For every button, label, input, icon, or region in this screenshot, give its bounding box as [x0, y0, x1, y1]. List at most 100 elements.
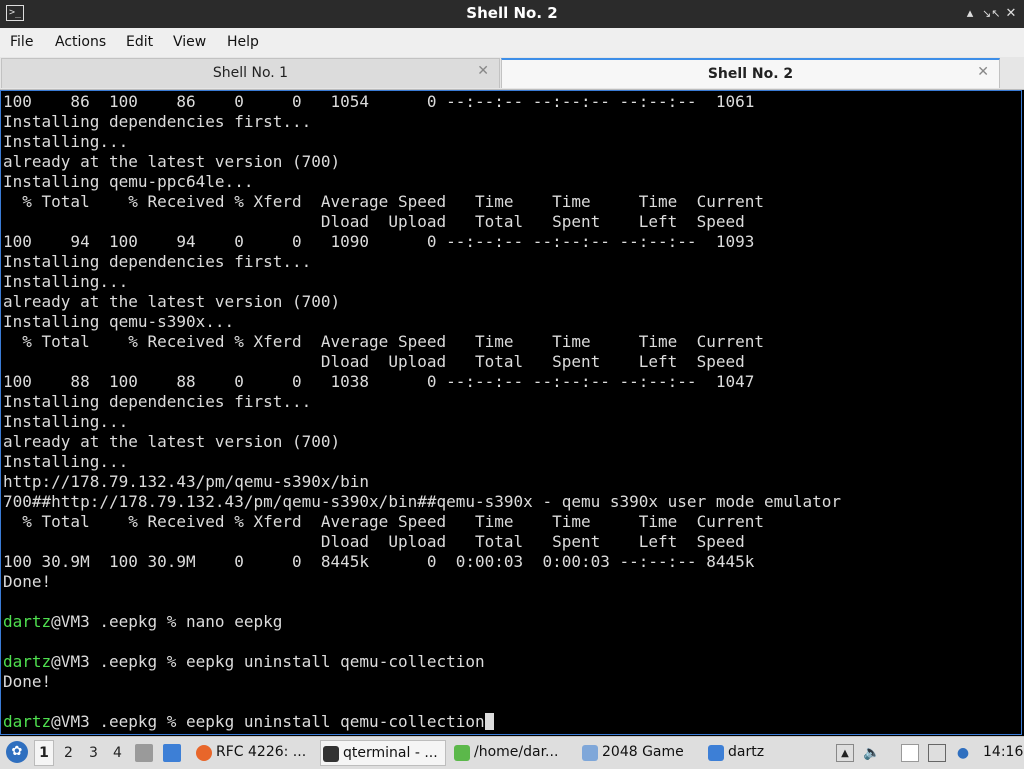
- menu-help[interactable]: Help: [227, 34, 259, 50]
- terminal-line: Installing qemu-ppc64le...: [3, 172, 841, 192]
- task-qterminal[interactable]: qterminal - ...: [320, 740, 446, 766]
- terminal-line: 100 88 100 88 0 0 1038 0 --:--:-- --:--:…: [3, 372, 841, 392]
- terminal-line-text: @VM3 .eepkg % nano eepkg: [51, 612, 283, 631]
- tab-bar: Shell No. 1 ✕ Shell No. 2 ✕: [0, 57, 1024, 90]
- close-tab-icon[interactable]: ✕: [977, 64, 989, 80]
- update-notifier-icon[interactable]: ●: [954, 744, 972, 762]
- prompt-username: dartz: [3, 652, 52, 671]
- terminal-line-text: already at the latest version (700): [3, 152, 341, 171]
- terminal-line: Installing...: [3, 412, 841, 432]
- terminal-line: Dload Upload Total Spent Left Speed: [3, 352, 841, 372]
- terminal-line-text: Done!: [3, 672, 52, 691]
- terminal-line-text: @VM3 .eepkg % eepkg uninstall qemu-colle…: [51, 712, 485, 731]
- terminal-line: Dload Upload Total Spent Left Speed: [3, 532, 841, 552]
- terminal-line: already at the latest version (700): [3, 432, 841, 452]
- network-icon[interactable]: [928, 744, 946, 762]
- terminal-line: Installing qemu-s390x...: [3, 312, 841, 332]
- volume-icon[interactable]: 🔈: [863, 744, 881, 762]
- terminal-line-text: 700##http://178.79.132.43/pm/qemu-s390x/…: [3, 492, 842, 511]
- window-title: Shell No. 2: [466, 4, 558, 22]
- window-icon: [582, 745, 598, 761]
- close-tab-icon[interactable]: ✕: [477, 63, 489, 79]
- maximize-icon[interactable]: ↘↖: [982, 5, 1000, 23]
- terminal-line: Installing...: [3, 272, 841, 292]
- tab-shell-1[interactable]: Shell No. 1 ✕: [1, 58, 500, 88]
- task-firefox[interactable]: RFC 4226: ...: [194, 740, 312, 766]
- tab-shell-2[interactable]: Shell No. 2 ✕: [501, 58, 1000, 88]
- text-cursor: [484, 713, 494, 730]
- start-menu-icon[interactable]: ✿: [6, 741, 28, 763]
- terminal-line: 700##http://178.79.132.43/pm/qemu-s390x/…: [3, 492, 841, 512]
- terminal-line-text: Installing dependencies first...: [3, 392, 312, 411]
- terminal-line-text: 100 86 100 86 0 0 1054 0 --:--:-- --:--:…: [3, 92, 755, 111]
- terminal-line: Done!: [3, 572, 841, 592]
- terminal-line: dartz@VM3 .eepkg % nano eepkg: [3, 612, 841, 632]
- file-manager-launcher-icon[interactable]: [135, 744, 153, 762]
- workspace-1[interactable]: 1: [34, 740, 54, 766]
- show-desktop-icon[interactable]: [163, 744, 181, 762]
- terminal-line-text: already at the latest version (700): [3, 432, 341, 451]
- terminal-line-text: Dload Upload Total Spent Left Speed: [3, 352, 745, 371]
- terminal-line: Installing dependencies first...: [3, 112, 841, 132]
- terminal-line-text: Installing qemu-ppc64le...: [3, 172, 254, 191]
- workspace-2[interactable]: 2: [64, 745, 73, 761]
- clipboard-icon[interactable]: [901, 744, 919, 762]
- terminal-line: 100 86 100 86 0 0 1054 0 --:--:-- --:--:…: [3, 92, 841, 112]
- terminal-line-text: 100 94 100 94 0 0 1090 0 --:--:-- --:--:…: [3, 232, 755, 251]
- terminal-line-text: Dload Upload Total Spent Left Speed: [3, 212, 745, 231]
- close-icon[interactable]: ✕: [1003, 5, 1019, 23]
- terminal-line: already at the latest version (700): [3, 292, 841, 312]
- terminal-line-text: Dload Upload Total Spent Left Speed: [3, 532, 745, 551]
- terminal-icon: [323, 746, 339, 762]
- terminal-line-text: Done!: [3, 572, 52, 591]
- terminal-line: Installing...: [3, 132, 841, 152]
- terminal-line-text: Installing qemu-s390x...: [3, 312, 235, 331]
- terminal-line: % Total % Received % Xferd Average Speed…: [3, 192, 841, 212]
- terminal-line-text: % Total % Received % Xferd Average Speed…: [3, 512, 764, 531]
- terminal-line-text: Installing...: [3, 132, 129, 151]
- menu-file[interactable]: File: [10, 34, 33, 50]
- menu-bar: File Actions Edit View Help: [0, 28, 1024, 57]
- terminal-line: Installing dependencies first...: [3, 252, 841, 272]
- task-dartz-folder[interactable]: dartz: [706, 740, 796, 766]
- terminal-line: 100 30.9M 100 30.9M 0 0 8445k 0 0:00:03 …: [3, 552, 841, 572]
- terminal-line-text: 100 88 100 88 0 0 1038 0 --:--:-- --:--:…: [3, 372, 755, 391]
- terminal-line: dartz@VM3 .eepkg % eepkg uninstall qemu-…: [3, 712, 841, 732]
- menu-edit[interactable]: Edit: [126, 34, 153, 50]
- minimize-all-icon[interactable]: ▲: [836, 744, 854, 762]
- terminal-line-text: % Total % Received % Xferd Average Speed…: [3, 192, 764, 211]
- prompt-username: dartz: [3, 612, 52, 631]
- file-manager-icon: [454, 745, 470, 761]
- terminal-line: Dload Upload Total Spent Left Speed: [3, 212, 841, 232]
- task-label: dartz: [728, 744, 765, 760]
- workspace-4[interactable]: 4: [113, 745, 122, 761]
- terminal-line-text: % Total % Received % Xferd Average Speed…: [3, 332, 764, 351]
- terminal-line-text: Installing dependencies first...: [3, 112, 312, 131]
- task-label: qterminal - ...: [343, 745, 438, 761]
- terminal-view[interactable]: 100 86 100 86 0 0 1054 0 --:--:-- --:--:…: [0, 90, 1022, 735]
- terminal-line: Done!: [3, 672, 841, 692]
- task-file-manager[interactable]: /home/dar...: [452, 740, 574, 766]
- menu-view[interactable]: View: [173, 34, 206, 50]
- terminal-output: 100 86 100 86 0 0 1054 0 --:--:-- --:--:…: [3, 92, 841, 732]
- folder-icon: [708, 745, 724, 761]
- terminal-line-text: already at the latest version (700): [3, 292, 341, 311]
- task-label: /home/dar...: [474, 744, 559, 760]
- terminal-line-text: @VM3 .eepkg % eepkg uninstall qemu-colle…: [51, 652, 485, 671]
- terminal-line-text: Installing...: [3, 272, 129, 291]
- terminal-line: Installing...: [3, 452, 841, 472]
- task-2048-game[interactable]: 2048 Game: [580, 740, 700, 766]
- workspace-3[interactable]: 3: [89, 745, 98, 761]
- task-label: RFC 4226: ...: [216, 744, 307, 760]
- terminal-line: already at the latest version (700): [3, 152, 841, 172]
- terminal-line: % Total % Received % Xferd Average Speed…: [3, 512, 841, 532]
- tab-label: Shell No. 2: [707, 66, 794, 82]
- menu-actions[interactable]: Actions: [55, 34, 106, 50]
- terminal-line: http://178.79.132.43/pm/qemu-s390x/bin: [3, 472, 841, 492]
- clock[interactable]: 14:16: [983, 744, 1023, 760]
- terminal-line: % Total % Received % Xferd Average Speed…: [3, 332, 841, 352]
- task-label: 2048 Game: [602, 744, 684, 760]
- minimize-icon[interactable]: ▴: [962, 5, 978, 23]
- taskbar: ✿ 1 2 3 4 RFC 4226: ... qterminal - ... …: [0, 736, 1024, 769]
